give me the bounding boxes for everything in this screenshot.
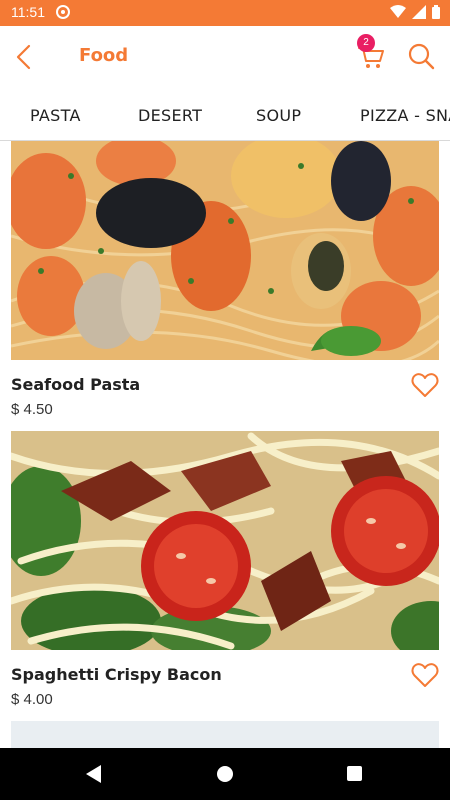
tab-soup[interactable]: SOUP [256,106,301,125]
search-icon[interactable] [407,42,435,70]
cell-signal-icon [412,5,426,19]
product-card[interactable]: Spaghetti Crispy Bacon $ 4.00 [11,431,439,716]
tab-pasta[interactable]: PASTA [30,106,81,125]
system-nav-bar [0,748,450,800]
nav-home-icon[interactable] [217,766,233,782]
nav-recents-icon[interactable] [347,766,362,781]
product-image-loading [11,721,439,748]
nav-back-icon[interactable] [86,765,101,783]
page-title: Food [79,45,129,66]
product-card[interactable]: Seafood Pasta $ 4.50 [11,141,439,426]
cart-count-badge: 2 [357,34,375,52]
category-tabs: PASTA DESERT SOUP PIZZA - SNA [0,88,450,141]
sync-icon [56,5,70,19]
product-price: $ 4.00 [11,691,53,708]
battery-icon [432,5,440,19]
status-time: 11:51 [11,4,45,20]
wifi-icon [390,5,406,18]
heart-icon[interactable] [411,662,439,688]
tab-pizza-snack[interactable]: PIZZA - SNA [360,106,450,125]
product-price: $ 4.50 [11,401,53,418]
tab-desert[interactable]: DESERT [138,106,202,125]
heart-icon[interactable] [411,372,439,398]
back-arrow-icon[interactable] [12,43,38,71]
product-name: Spaghetti Crispy Bacon [11,665,222,684]
product-list: Seafood Pasta $ 4.50 Spaghetti Crispy Ba… [0,141,450,748]
status-icons [390,5,440,19]
app-bar: Food 2 [0,26,450,88]
product-image[interactable] [11,141,439,360]
product-name: Seafood Pasta [11,375,141,394]
product-image[interactable] [11,431,439,650]
status-bar: 11:51 [0,0,450,26]
